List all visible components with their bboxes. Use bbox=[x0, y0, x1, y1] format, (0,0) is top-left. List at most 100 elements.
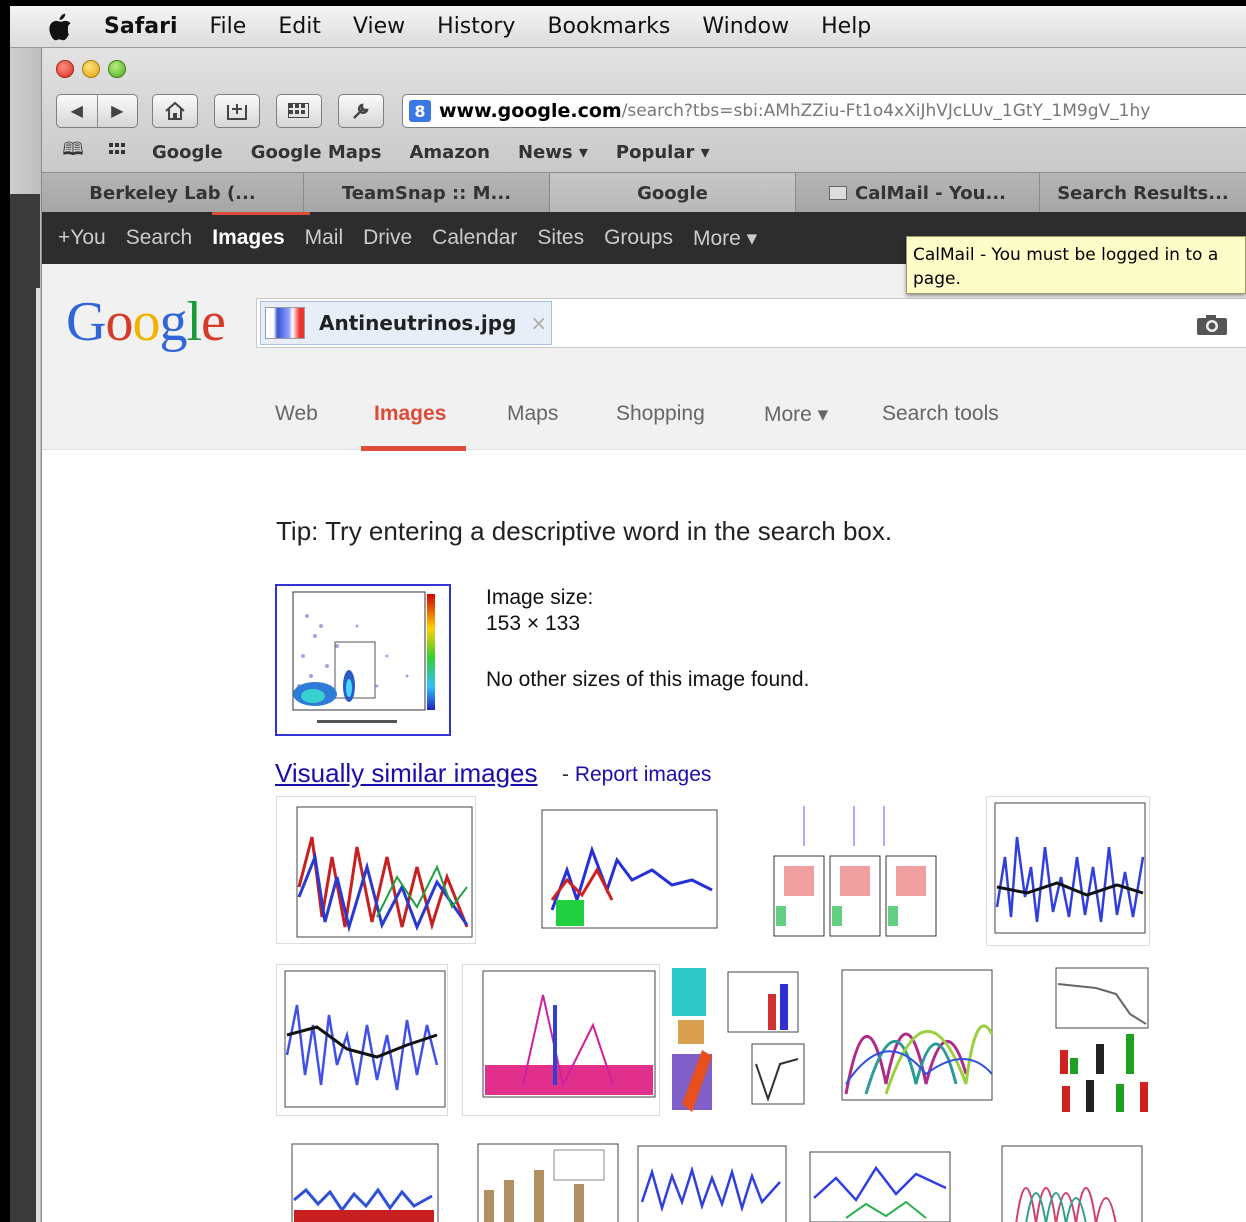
similar-image-thumbnail[interactable] bbox=[986, 796, 1150, 946]
similar-image-thumbnail[interactable] bbox=[282, 1140, 442, 1222]
visually-similar-link[interactable]: Visually similar images bbox=[275, 758, 538, 789]
add-bookmark-button[interactable] bbox=[214, 94, 260, 128]
tab-label: CalMail - You... bbox=[854, 182, 1006, 204]
home-icon bbox=[165, 101, 185, 120]
gbar-active-indicator bbox=[212, 212, 310, 215]
similar-image-thumbnail[interactable] bbox=[996, 1142, 1146, 1222]
similar-image-thumbnail[interactable] bbox=[1036, 964, 1158, 1116]
tab-google[interactable]: Google bbox=[550, 173, 796, 213]
menu-view[interactable]: View bbox=[353, 14, 405, 39]
tab-maps[interactable]: Maps bbox=[507, 402, 558, 426]
address-host: www.google.com bbox=[439, 100, 622, 122]
no-other-sizes-text: No other sizes of this image found. bbox=[486, 668, 810, 691]
image-size-label: Image size: bbox=[486, 586, 594, 609]
tab-bar: Berkeley Lab (... TeamSnap :: M... Googl… bbox=[42, 172, 1246, 213]
separator-dash: - bbox=[562, 763, 575, 786]
wrench-icon bbox=[353, 103, 369, 119]
similar-image-thumbnail[interactable] bbox=[276, 796, 476, 944]
query-image[interactable] bbox=[275, 584, 451, 736]
tab-search-results[interactable]: Search Results... bbox=[1040, 173, 1246, 213]
report-images-link[interactable]: Report images bbox=[575, 763, 712, 786]
gbar-images[interactable]: Images bbox=[212, 212, 284, 264]
query-image-plot bbox=[292, 591, 435, 723]
tab-images[interactable]: Images bbox=[374, 402, 446, 426]
settings-button[interactable] bbox=[338, 94, 384, 128]
top-sites-button[interactable] bbox=[276, 94, 322, 128]
tab-more[interactable]: More ▾ bbox=[764, 402, 828, 427]
back-arrow-icon[interactable]: ◀ bbox=[57, 101, 97, 121]
menu-window[interactable]: Window bbox=[702, 14, 789, 39]
tab-tooltip: CalMail - You must be logged in to a pag… bbox=[906, 236, 1246, 294]
bookmark-amazon[interactable]: Amazon bbox=[409, 142, 490, 163]
forward-arrow-icon[interactable]: ▶ bbox=[97, 101, 137, 121]
tab-calmail[interactable]: CalMail - You... bbox=[796, 173, 1040, 213]
tab-shopping[interactable]: Shopping bbox=[616, 402, 705, 426]
chip-filename: Antineutrinos.jpg bbox=[319, 311, 517, 335]
address-path: /search?tbs=sbi:AMhZZiu-Ft1o4xXiJhVJcLUv… bbox=[621, 101, 1151, 121]
similar-image-thumbnail[interactable] bbox=[668, 964, 808, 1116]
gbar-more[interactable]: More ▾ bbox=[693, 212, 757, 264]
home-button[interactable] bbox=[152, 94, 198, 128]
remove-image-button[interactable]: × bbox=[530, 311, 547, 335]
camera-icon[interactable] bbox=[1196, 314, 1228, 336]
apple-icon[interactable] bbox=[42, 12, 78, 42]
google-favicon-icon: 8 bbox=[409, 100, 431, 122]
tab-teamsnap[interactable]: TeamSnap :: M... bbox=[304, 173, 550, 213]
gbar-mail[interactable]: Mail bbox=[305, 212, 344, 264]
menu-edit[interactable]: Edit bbox=[278, 14, 321, 39]
gbar-sites[interactable]: Sites bbox=[537, 212, 584, 264]
gbar-plus-you[interactable]: +You bbox=[58, 212, 106, 264]
similar-image-thumbnail[interactable] bbox=[826, 964, 1000, 1114]
bookmark-popular[interactable]: Popular ▾ bbox=[616, 142, 710, 163]
result-tabs: Web Images Maps Shopping More ▾ Search t… bbox=[42, 390, 1246, 450]
similar-image-thumbnail[interactable] bbox=[462, 964, 660, 1116]
background-window-edge bbox=[10, 48, 42, 1222]
tab-search-tools[interactable]: Search tools bbox=[882, 402, 999, 426]
search-image-chip: Antineutrinos.jpg × bbox=[260, 301, 552, 345]
similar-image-thumbnail[interactable] bbox=[806, 1138, 972, 1222]
menu-file[interactable]: File bbox=[210, 14, 247, 39]
query-image-thumbnail bbox=[265, 307, 305, 339]
tab-label: Google bbox=[637, 182, 708, 204]
open-book-icon[interactable]: 🕮 bbox=[60, 137, 86, 167]
image-size-value: 153 × 133 bbox=[486, 612, 581, 635]
google-logo[interactable]: Google bbox=[66, 290, 226, 354]
menu-help[interactable]: Help bbox=[821, 14, 871, 39]
gbar-search[interactable]: Search bbox=[126, 212, 193, 264]
gbar-drive[interactable]: Drive bbox=[363, 212, 412, 264]
close-window-button[interactable] bbox=[56, 60, 74, 78]
similar-image-thumbnail[interactable] bbox=[522, 800, 722, 940]
tab-web[interactable]: Web bbox=[275, 402, 318, 426]
bookmark-news[interactable]: News ▾ bbox=[518, 142, 588, 163]
tab-label: TeamSnap :: M... bbox=[341, 182, 512, 204]
menu-history[interactable]: History bbox=[437, 14, 515, 39]
mac-menu-bar: Safari File Edit View History Bookmarks … bbox=[10, 6, 1246, 48]
menu-safari[interactable]: Safari bbox=[104, 14, 178, 39]
zoom-window-button[interactable] bbox=[108, 60, 126, 78]
tooltip-line-1: CalMail - You must be logged in to a bbox=[913, 245, 1219, 265]
bookmarks-bar: 🕮 Google Google Maps Amazon News ▾ Popul… bbox=[42, 132, 1246, 172]
tooltip-line-2: page. bbox=[913, 269, 961, 289]
address-bar[interactable]: 8 www.google.com /search?tbs=sbi:AMhZZiu… bbox=[402, 94, 1246, 128]
report-images-row: - Report images bbox=[562, 763, 711, 787]
mail-icon bbox=[828, 186, 847, 200]
add-bookmark-icon bbox=[227, 104, 247, 120]
search-tip: Tip: Try entering a descriptive word in … bbox=[276, 516, 893, 546]
similar-image-thumbnail[interactable] bbox=[764, 796, 944, 946]
menu-bookmarks[interactable]: Bookmarks bbox=[547, 14, 670, 39]
back-forward-buttons: ◀ ▶ bbox=[56, 94, 138, 128]
gbar-groups[interactable]: Groups bbox=[604, 212, 673, 264]
tab-berkeley-lab[interactable]: Berkeley Lab (... bbox=[42, 173, 304, 213]
similar-image-thumbnail[interactable] bbox=[464, 1140, 622, 1222]
grid-icon bbox=[288, 103, 309, 118]
similar-image-thumbnail[interactable] bbox=[276, 964, 448, 1116]
active-tab-underline bbox=[361, 446, 466, 451]
tab-label: Berkeley Lab (... bbox=[89, 182, 256, 204]
minimize-window-button[interactable] bbox=[82, 60, 100, 78]
tab-label: Search Results... bbox=[1057, 182, 1229, 204]
bookmark-google[interactable]: Google bbox=[152, 142, 223, 163]
bookmark-google-maps[interactable]: Google Maps bbox=[251, 142, 382, 163]
top-sites-grid-icon[interactable] bbox=[108, 142, 130, 163]
similar-image-thumbnail[interactable] bbox=[634, 1142, 790, 1222]
gbar-calendar[interactable]: Calendar bbox=[432, 212, 517, 264]
